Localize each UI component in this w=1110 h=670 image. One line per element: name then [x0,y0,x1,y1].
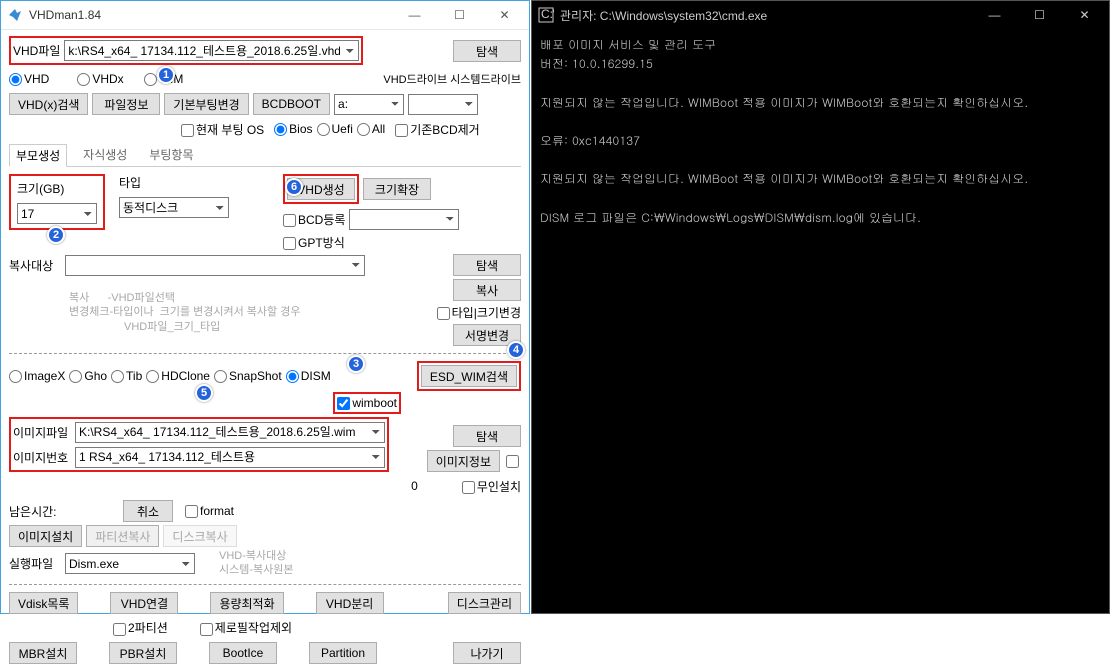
copytarget-select[interactable] [65,255,365,276]
partition-button[interactable]: Partition [309,642,377,664]
bcd-select[interactable] [349,209,459,230]
disk-copy-button: 디스크복사 [163,525,236,547]
cmd-close-button[interactable]: ✕ [1062,1,1107,29]
wimboot-group: wimboot [333,392,401,414]
drive-select[interactable]: a: [334,94,404,115]
size-group: 크기(GB) 17 [9,174,105,230]
radio-dism[interactable]: DISM [286,369,331,383]
img-install-button[interactable]: 이미지설치 [9,525,82,547]
radio-hdclone[interactable]: HDClone [146,369,210,383]
app-icon [7,7,23,23]
vhd-create-button[interactable]: VHD생성 [287,178,355,200]
svg-text:C:\: C:\ [541,7,554,21]
file-info-button[interactable]: 파일정보 [92,93,160,115]
badge-3: 3 [347,355,365,373]
disk-mgmt-button[interactable]: 디스크관리 [448,592,521,614]
vhdfile-group: VHD파일 k:\RS4_x64_ 17134.112_테스트용_2018.6.… [9,36,363,65]
sysdrive-select[interactable] [408,94,478,115]
typesize-checkbox[interactable]: 타입|크기변경 [437,304,521,321]
cmd-output[interactable]: 배포 이미지 서비스 및 관리 도구 버전: 10.0.16299.15 지원되… [532,29,1109,613]
close-button[interactable]: ✕ [482,1,527,29]
format-checkbox[interactable]: format [185,504,234,518]
esd-wim-group: ESD_WIM검색 [417,361,521,391]
radio-tib[interactable]: Tib [111,369,142,383]
type-label: 타입 [119,174,229,191]
size-select[interactable]: 17 [17,203,97,224]
cmd-minimize-button[interactable]: — [972,1,1017,29]
type-select[interactable]: 동적디스크 [119,197,229,218]
progress-zero: 0 [411,479,418,493]
mbr-button[interactable]: MBR설치 [9,642,77,664]
current-os-checkbox[interactable]: 현재 부팅 OS [181,121,264,138]
boot-change-button[interactable]: 기본부팅변경 [164,93,248,115]
esd-wim-button[interactable]: ESD_WIM검색 [421,365,517,387]
app-title: VHDman1.84 [29,8,392,22]
exec-hint: VHD-복사대상 시스템-복사원본 [219,550,294,576]
cap-opt-button[interactable]: 용량최적화 [210,592,283,614]
radio-uefi[interactable]: Uefi [317,122,353,136]
vhdfile-label: VHD파일 [13,42,60,59]
exec-select[interactable]: Dism.exe [65,553,195,574]
titlebar[interactable]: VHDman1.84 — ☐ ✕ [1,1,529,30]
vhdman-window: VHDman1.84 — ☐ ✕ VHD파일 k:\RS4_x64_ 17134… [0,0,530,614]
radio-all[interactable]: All [357,122,385,136]
divider-2 [9,584,521,585]
copy-button[interactable]: 복사 [453,279,521,301]
copytarget-label: 복사대상 [9,257,61,274]
divider [9,353,521,354]
radio-wim[interactable]: WIM [144,72,184,86]
exit-button[interactable]: 나가기 [453,642,521,664]
vhd-connect-button[interactable]: VHD연결 [110,592,178,614]
wimboot-checkbox[interactable]: wimboot [337,396,397,410]
img-info-button[interactable]: 이미지정보 [427,450,500,472]
radio-gho[interactable]: Gho [69,369,107,383]
browse-button-1[interactable]: 탐색 [453,40,521,62]
cancel-button[interactable]: 취소 [123,500,173,522]
radio-imagex[interactable]: ImageX [9,369,65,383]
tab-parent[interactable]: 부모생성 [9,144,67,167]
browse-button-3[interactable]: 탐색 [453,425,521,447]
vhd-search-button[interactable]: VHD(x)검색 [9,93,88,115]
radio-bios[interactable]: Bios [274,122,312,136]
2part-checkbox[interactable]: 2파티션 [113,619,168,636]
rename-button[interactable]: 서명변경 [453,324,521,346]
gpt-checkbox[interactable]: GPT방식 [283,234,459,251]
bcd-reg-checkbox[interactable]: BCD등록 [283,211,345,228]
browse-button-2[interactable]: 탐색 [453,254,521,276]
radio-snapshot[interactable]: SnapShot [214,369,282,383]
radio-vhdx[interactable]: VHDx [77,72,123,86]
tab-bootitem[interactable]: 부팅항목 [143,144,199,165]
bcd-remove-checkbox[interactable]: 기존BCD제거 [395,121,480,138]
vhdfile-select[interactable]: k:\RS4_x64_ 17134.112_테스트용_2018.6.25일.vh… [64,40,359,61]
vhd-create-group: VHD생성 [283,174,359,204]
minimize-button[interactable]: — [392,1,437,29]
size-label: 크기(GB) [17,180,64,197]
bcdboot-button[interactable]: BCDBOOT [253,93,330,115]
cmd-window: C:\ 관리자: C:\Windows\system32\cmd.exe — ☐… [531,0,1110,614]
maximize-button[interactable]: ☐ [437,1,482,29]
tab-child[interactable]: 자식생성 [77,144,133,165]
drive-label: VHD드라이브 시스템드라이브 [383,71,521,87]
vdisk-list-button[interactable]: Vdisk목록 [9,592,78,614]
cmd-titlebar[interactable]: C:\ 관리자: C:\Windows\system32\cmd.exe — ☐… [532,1,1109,29]
remain-label: 남은시간: [9,503,119,520]
cmd-icon: C:\ [538,7,554,23]
radio-vhd[interactable]: VHD [9,72,49,86]
bootice-button[interactable]: BootIce [209,642,277,664]
exec-label: 실행파일 [9,555,61,572]
unattend-checkbox[interactable]: 무인설치 [462,478,521,495]
pbr-button[interactable]: PBR설치 [109,642,177,664]
cmd-title: 관리자: C:\Windows\system32\cmd.exe [560,7,972,24]
size-expand-button[interactable]: 크기확장 [363,178,431,200]
cmd-maximize-button[interactable]: ☐ [1017,1,1062,29]
copy-hint: 복사 -VHD파일선택 변경체크-타입이나 크기를 변경시켜서 복사할 경우 V… [69,291,300,334]
zerofill-checkbox[interactable]: 제로필작업제외 [200,619,292,636]
imginfo-checkbox[interactable] [506,455,519,468]
part-copy-button[interactable]: 파티션복사 [86,525,159,547]
vhd-sep-button[interactable]: VHD분리 [316,592,384,614]
